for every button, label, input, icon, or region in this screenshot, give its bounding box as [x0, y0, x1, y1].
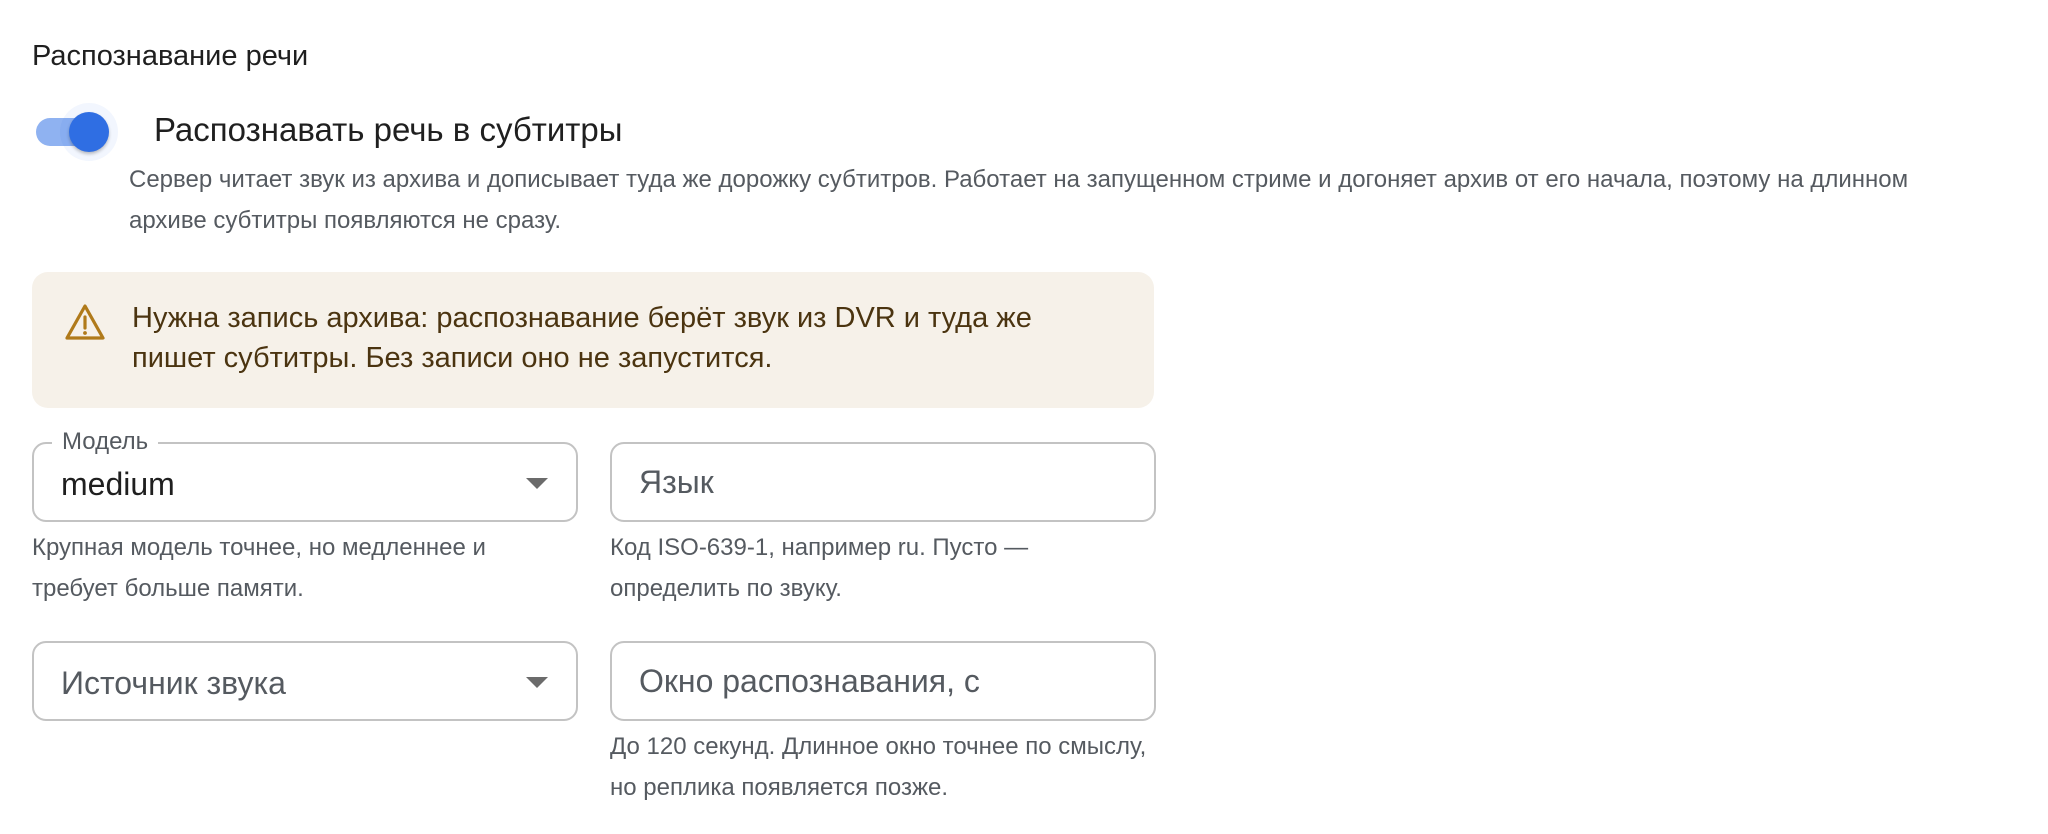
toggle-description: Сервер читает звук из архива и дописывае…: [129, 166, 1909, 234]
chevron-down-icon: [526, 478, 548, 489]
archive-warning-alert: Нужна запись архива: распознавание берёт…: [32, 272, 1154, 408]
recognition-window-field[interactable]: [610, 641, 1156, 721]
audio-source-select[interactable]: Источник звука: [32, 641, 578, 721]
speech-recognition-settings: Распознавание речи Распознавать речь в с…: [0, 0, 2048, 834]
alert-text: Нужна запись архива: распознавание берёт…: [132, 302, 1032, 374]
model-select[interactable]: Модель medium: [32, 427, 578, 522]
language-helper: Код ISO-639-1, например ru. Пусто — опре…: [610, 534, 1029, 602]
model-label: Модель: [52, 427, 159, 457]
model-helper: Крупная модель точнее, но медленнее и тр…: [32, 534, 486, 602]
recognition-toggle-row: Распознавать речь в субтитры: [32, 103, 626, 161]
chevron-down-icon: [526, 677, 548, 688]
toggle-thumb[interactable]: [69, 112, 109, 152]
recognition-toggle[interactable]: [32, 103, 118, 161]
recognition-window-helper: До 120 секунд. Длинное окно точнее по см…: [610, 733, 1147, 801]
audio-source-placeholder: Источник звука: [61, 665, 286, 701]
toggle-label[interactable]: Распознавать речь в субтитры: [154, 106, 622, 154]
recognition-window-input[interactable]: [612, 643, 1154, 719]
language-input[interactable]: [612, 444, 1154, 520]
language-field[interactable]: [610, 442, 1156, 522]
model-value: medium: [61, 466, 175, 502]
section-title: Распознавание речи: [32, 40, 309, 72]
warning-triangle-icon: [65, 304, 105, 340]
